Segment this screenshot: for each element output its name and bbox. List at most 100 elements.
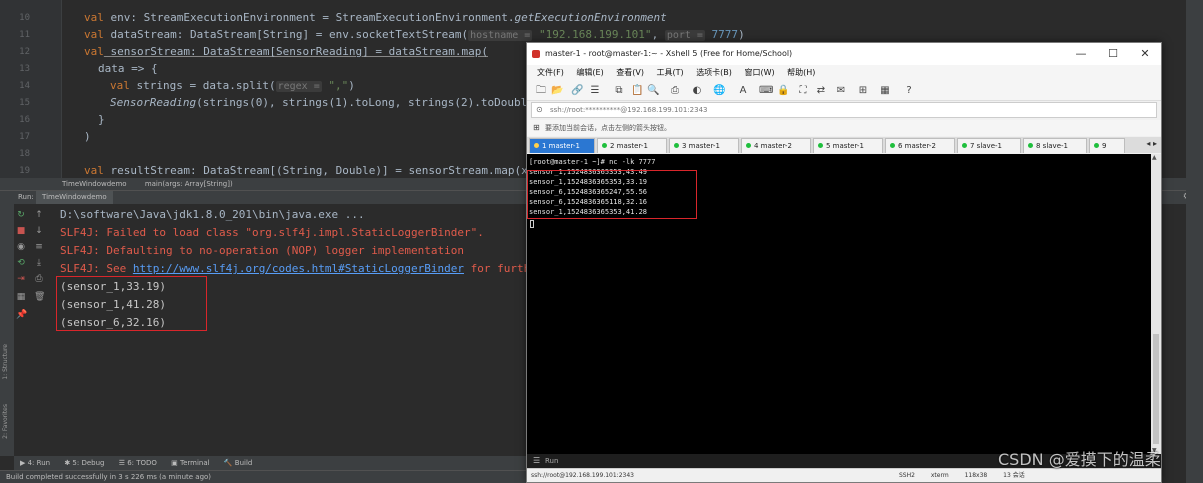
xshell-toolbar: 🗀 📂 🔗 ☰ ⧉ 📋 🔍 ⎙ ◐ 🌐 A ⌨ 🔒 ⛶ ⇄ ✉ ⊞ ▦ ? bbox=[527, 81, 1161, 101]
line-number: 19 bbox=[19, 166, 30, 176]
status-dot-icon bbox=[890, 143, 895, 148]
new-session-icon[interactable]: 🗀 bbox=[535, 85, 547, 97]
transfer-icon[interactable]: ⇄ bbox=[815, 85, 827, 97]
line-number: 13 bbox=[19, 64, 30, 74]
status-dot-icon bbox=[962, 143, 967, 148]
open-folder-icon[interactable]: 📂 bbox=[551, 85, 563, 97]
properties-icon[interactable]: ☰ bbox=[589, 85, 601, 97]
globe-icon[interactable]: 🌐 bbox=[713, 85, 725, 97]
scroll-end-icon[interactable]: ⤓ bbox=[34, 258, 44, 268]
tab-build[interactable]: 🔨 Build bbox=[224, 459, 253, 467]
stop-icon[interactable]: ■ bbox=[16, 226, 26, 236]
add-session-icon[interactable]: ⊞ bbox=[533, 120, 540, 136]
code-line: ) bbox=[84, 130, 91, 143]
link-icon[interactable]: 🔗 bbox=[571, 85, 583, 97]
fullscreen-icon[interactable]: ⛶ bbox=[797, 85, 809, 97]
code-line: val dataStream: DataStream[String] = env… bbox=[84, 28, 745, 41]
compose-icon[interactable]: ✉ bbox=[835, 85, 847, 97]
paste-icon[interactable]: 📋 bbox=[631, 85, 643, 97]
font-icon[interactable]: A bbox=[737, 85, 749, 97]
tab-terminal[interactable]: ▣ Terminal bbox=[171, 459, 209, 467]
help-icon[interactable]: ? bbox=[903, 85, 915, 97]
tab-session-4[interactable]: 4 master-2 bbox=[741, 138, 811, 153]
menu-edit[interactable]: 编辑(E) bbox=[576, 68, 603, 77]
arrow-up-icon[interactable]: ↑ bbox=[34, 210, 44, 220]
layout-icon[interactable]: ▦ bbox=[16, 292, 26, 302]
tab-session-7[interactable]: 7 slave-1 bbox=[957, 138, 1021, 153]
trash-icon[interactable]: 🗑 bbox=[34, 292, 45, 302]
line-number: 11 bbox=[19, 30, 30, 40]
run-config-tab[interactable]: TimeWindowdemo bbox=[36, 191, 113, 204]
address-text: ssh://root:**********@192.168.199.101:23… bbox=[550, 106, 708, 114]
xshell-menu-bar: 文件(F) 编辑(E) 查看(V) 工具(T) 选项卡(B) 窗口(W) 帮助(… bbox=[527, 65, 1161, 81]
tab-session-8[interactable]: 8 slave-1 bbox=[1023, 138, 1087, 153]
breadcrumb-file[interactable]: TimeWindowdemo bbox=[62, 180, 127, 188]
status-dot-icon bbox=[818, 143, 823, 148]
terminal-scrollbar[interactable]: ▲ ▼ bbox=[1151, 154, 1161, 454]
scrollbar-thumb[interactable] bbox=[1153, 334, 1159, 444]
tab-scroll-icon[interactable]: ◂ ▸ bbox=[1146, 139, 1157, 148]
tab-session-5[interactable]: 5 master-1 bbox=[813, 138, 883, 153]
line-number: 18 bbox=[19, 149, 30, 159]
session-tabs: 1 master-1 2 master-1 3 master-1 4 maste… bbox=[527, 137, 1161, 153]
menu-file[interactable]: 文件(F) bbox=[537, 68, 564, 77]
terminal-screen[interactable]: [root@master-1 ~]# nc -lk 7777 sensor_1,… bbox=[527, 154, 1151, 454]
close-icon[interactable]: ✕ bbox=[1129, 43, 1161, 65]
maximize-icon[interactable]: ☐ bbox=[1097, 43, 1129, 65]
xshell-title-bar[interactable]: master-1 - root@master-1:~ - Xshell 5 (F… bbox=[527, 43, 1161, 65]
code-line: val resultStream: DataStream[(String, Do… bbox=[84, 164, 548, 177]
minimize-icon[interactable]: — bbox=[1065, 43, 1097, 65]
rerun-icon[interactable]: ↻ bbox=[16, 210, 26, 220]
menu-tools[interactable]: 工具(T) bbox=[657, 68, 684, 77]
slf4j-link[interactable]: http://www.slf4j.org/codes.html#StaticLo… bbox=[133, 262, 464, 275]
breadcrumb-method[interactable]: main(args: Array[String]) bbox=[145, 180, 233, 188]
code-line: SensorReading(strings(0), strings(1).toL… bbox=[110, 96, 541, 109]
status-text: Build completed successfully in 3 s 226 … bbox=[6, 473, 212, 481]
watermark: CSDN @爱摸下的温柔 bbox=[998, 450, 1161, 469]
add-icon[interactable]: ⊞ bbox=[857, 85, 869, 97]
compose-icon: ☰ bbox=[533, 456, 541, 465]
scroll-up-icon[interactable]: ▲ bbox=[1152, 154, 1157, 161]
tab-todo[interactable]: ☰ 6: TODO bbox=[119, 459, 157, 467]
print-icon[interactable]: ⎙ bbox=[34, 274, 44, 284]
lock-icon[interactable]: 🔒 bbox=[777, 85, 789, 97]
session-hint-bar: ⊞ 要添加当前会话，点击左侧的箭头按钮。 bbox=[527, 120, 1161, 136]
structure-tool-tab[interactable]: 1: Structure bbox=[2, 344, 9, 380]
color-icon[interactable]: ◐ bbox=[691, 85, 703, 97]
layout-icon[interactable]: ▦ bbox=[879, 85, 891, 97]
camera-icon[interactable]: ◉ bbox=[16, 242, 26, 252]
line-number: 14 bbox=[19, 81, 30, 91]
menu-help[interactable]: 帮助(H) bbox=[787, 68, 815, 77]
xshell-logo-icon bbox=[532, 50, 540, 58]
menu-window[interactable]: 窗口(W) bbox=[744, 68, 774, 77]
find-icon[interactable]: 🔍 bbox=[647, 85, 659, 97]
menu-tabs[interactable]: 选项卡(B) bbox=[696, 68, 732, 77]
favorites-tool-tab[interactable]: 2: Favorites bbox=[2, 404, 9, 439]
session-count: 13 会话 bbox=[1003, 472, 1025, 479]
print-icon[interactable]: ⎙ bbox=[669, 85, 681, 97]
tab-session-9[interactable]: 9 bbox=[1089, 138, 1125, 153]
protocol-status: SSH2 bbox=[899, 472, 915, 479]
tab-session-2[interactable]: 2 master-1 bbox=[597, 138, 667, 153]
wrap-icon[interactable]: ≡ bbox=[34, 242, 44, 252]
exit-icon[interactable]: ⇥ bbox=[16, 274, 26, 284]
terminal-type: xterm bbox=[930, 472, 949, 479]
tab-session-1[interactable]: 1 master-1 bbox=[529, 138, 595, 153]
tab-run[interactable]: ▶ 4: Run bbox=[20, 459, 50, 467]
restore-icon[interactable]: ⟲ bbox=[16, 258, 26, 268]
code-line: val strings = data.split(regex = ",") bbox=[110, 79, 355, 92]
tab-session-6[interactable]: 6 master-2 bbox=[885, 138, 955, 153]
console-error: SLF4J: Defaulting to no-operation (NOP) … bbox=[60, 244, 464, 257]
pin-icon[interactable]: 📌 bbox=[16, 310, 27, 320]
status-dot-icon bbox=[746, 143, 751, 148]
copy-icon[interactable]: ⧉ bbox=[613, 85, 625, 97]
status-dot-icon bbox=[534, 143, 539, 148]
status-dot-icon bbox=[674, 143, 679, 148]
keyboard-icon[interactable]: ⌨ bbox=[759, 85, 773, 97]
arrow-down-icon[interactable]: ↓ bbox=[34, 226, 44, 236]
address-bar[interactable]: ⊙ ssh://root:**********@192.168.199.101:… bbox=[531, 102, 1157, 118]
tab-session-3[interactable]: 3 master-1 bbox=[669, 138, 739, 153]
tab-debug[interactable]: ✱ 5: Debug bbox=[64, 459, 104, 467]
menu-view[interactable]: 查看(V) bbox=[616, 68, 644, 77]
terminal-size: 118x38 bbox=[964, 472, 988, 479]
